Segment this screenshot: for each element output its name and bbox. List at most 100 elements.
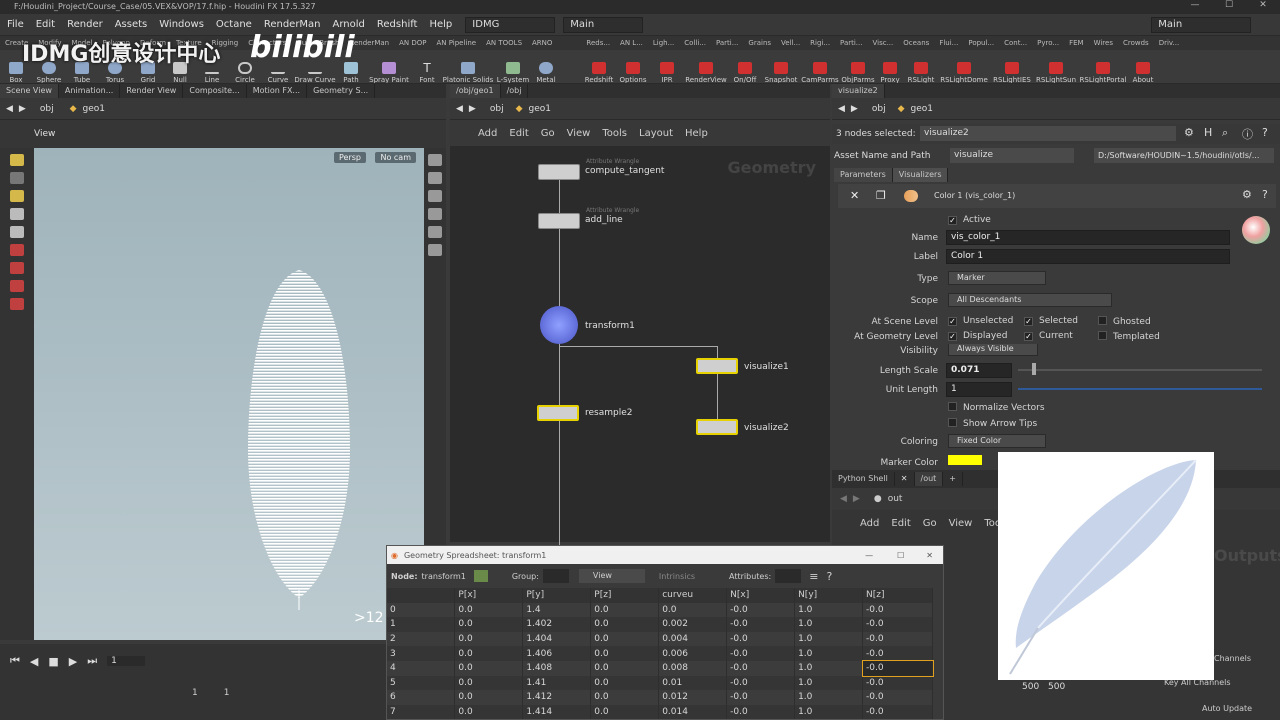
gear-icon[interactable]: ⚙: [1242, 188, 1252, 201]
column-header[interactable]: N[y]: [794, 588, 864, 603]
table-row[interactable]: 3 0.0 1.406 0.0 0.006 -0.0 1.0 -0.0: [387, 646, 933, 661]
back-icon[interactable]: ◀: [456, 104, 463, 114]
snapshot-tool[interactable]: Snapshot: [762, 50, 800, 83]
unit-length-field[interactable]: 1: [946, 382, 1012, 397]
table-row[interactable]: 6 0.0 1.412 0.0 0.012 -0.0 1.0 -0.0: [387, 690, 933, 705]
tab-geometry-spreadsheet[interactable]: Geometry S...: [307, 84, 376, 98]
forward-icon[interactable]: ▶: [851, 104, 858, 114]
column-header[interactable]: [387, 588, 456, 603]
shelf-tab[interactable]: Parti...: [835, 36, 867, 50]
lock-camera-icon[interactable]: [428, 190, 442, 202]
menu-redshift[interactable]: Redshift: [372, 19, 423, 30]
node-menu-layout[interactable]: Layout: [639, 128, 673, 139]
node-menu-help[interactable]: Help: [685, 128, 708, 139]
shelf-tab[interactable]: Pyro...: [1032, 36, 1064, 50]
search-icon[interactable]: ⌕: [1222, 126, 1228, 140]
network-editor[interactable]: Geometry Attribute Wrangle compute_tange…: [450, 146, 830, 556]
view-select[interactable]: View: [578, 569, 645, 583]
help-icon[interactable]: ?: [826, 570, 832, 583]
type-select[interactable]: Marker: [948, 271, 1046, 285]
node-add-line[interactable]: [538, 213, 580, 229]
column-header[interactable]: N[z]: [862, 588, 933, 603]
node-transform1[interactable]: [540, 306, 578, 344]
remove-icon[interactable]: ✕: [850, 189, 859, 202]
select-tool-icon[interactable]: [10, 154, 24, 166]
onoff-tool[interactable]: On/Off: [728, 50, 762, 83]
maximize-button[interactable]: ☐: [885, 551, 916, 560]
unit-length-slider[interactable]: [1018, 388, 1262, 390]
table-row[interactable]: 7 0.0 1.414 0.0 0.014 -0.0 1.0 -0.0: [387, 704, 933, 720]
play-icon[interactable]: ▶: [69, 655, 77, 668]
tab-out[interactable]: /out: [914, 472, 944, 486]
light-icon[interactable]: [428, 226, 442, 238]
menu-render[interactable]: Render: [62, 19, 108, 30]
brush-tool-icon[interactable]: [10, 262, 24, 274]
name-field[interactable]: vis_color_1: [946, 230, 1230, 245]
shelf-tab[interactable]: ARNO: [527, 36, 557, 50]
table-row[interactable]: 1 0.0 1.402 0.0 0.002 -0.0 1.0 -0.0: [387, 617, 933, 632]
back-icon[interactable]: ◀: [840, 494, 847, 504]
frame-field[interactable]: 1: [107, 656, 146, 666]
current-checkbox[interactable]: ✓ Current: [1024, 331, 1073, 341]
magnet-tool-icon[interactable]: [10, 298, 24, 310]
menu-renderman[interactable]: RenderMan: [259, 19, 326, 30]
node-menu-tools[interactable]: Tools: [602, 128, 627, 139]
proxy-tool[interactable]: Proxy: [876, 50, 904, 83]
camparms-tool[interactable]: CamParms: [800, 50, 840, 83]
coloring-select[interactable]: Fixed Color: [948, 434, 1046, 448]
font-tool[interactable]: T Font: [412, 50, 442, 83]
menu-octane[interactable]: Octane: [211, 19, 257, 30]
path-obj[interactable]: obj: [490, 104, 504, 114]
workspace-select[interactable]: Main: [563, 16, 644, 33]
help-h-icon[interactable]: H: [1204, 126, 1212, 139]
menu-help[interactable]: Help: [424, 19, 457, 30]
menu-assets[interactable]: Assets: [110, 19, 153, 30]
shelf-tab[interactable]: Grains: [743, 36, 776, 50]
column-header[interactable]: P[y]: [522, 588, 592, 603]
shelf-tab[interactable]: Reds...: [581, 36, 615, 50]
rslighties-tool[interactable]: RSLightIES: [990, 50, 1034, 83]
path-out[interactable]: out: [888, 494, 903, 504]
table-row[interactable]: 0 0.0 1.4 0.0 0.0 -0.0 1.0 -0.0: [387, 602, 933, 618]
node-visualize2[interactable]: [696, 419, 738, 435]
selected-node-field[interactable]: visualize2: [920, 126, 1176, 141]
start-frame-2[interactable]: 1: [224, 688, 230, 698]
normalize-vectors-checkbox[interactable]: Normalize Vectors: [948, 402, 1045, 413]
node-resample2[interactable]: [537, 405, 579, 421]
active-checkbox[interactable]: ✓ Active: [948, 215, 991, 225]
add-tab-icon[interactable]: +: [943, 472, 963, 486]
shelf-tab[interactable]: Parti...: [711, 36, 743, 50]
maximize-button[interactable]: ☐: [1212, 0, 1246, 10]
table-row[interactable]: 5 0.0 1.41 0.0 0.01 -0.0 1.0 -0.0: [387, 675, 933, 691]
spray-paint-tool[interactable]: Spray Paint: [366, 50, 412, 83]
start-frame[interactable]: 1: [192, 688, 198, 698]
point-mode-icon[interactable]: [473, 570, 488, 582]
sculpt-tool-icon[interactable]: [10, 280, 24, 292]
node-menu-edit[interactable]: Edit: [509, 128, 528, 139]
marker-color-swatch[interactable]: [948, 455, 982, 465]
path-obj[interactable]: obj: [40, 104, 54, 114]
shelf-tab[interactable]: Rigi...: [805, 36, 835, 50]
pose-tool-icon[interactable]: [10, 190, 24, 202]
scope-select[interactable]: All Descendants: [948, 293, 1112, 307]
intrinsics-button[interactable]: Intrinsics: [659, 572, 695, 581]
path-obj[interactable]: obj: [872, 104, 886, 114]
node-value[interactable]: transform1: [422, 572, 466, 581]
arrow-tool-icon[interactable]: [10, 208, 24, 220]
shelf-tab[interactable]: Wires: [1089, 36, 1118, 50]
jump-end-icon[interactable]: ⏭: [87, 654, 97, 668]
menu-icon[interactable]: ≡: [809, 570, 818, 583]
table-row[interactable]: 4 0.0 1.408 0.0 0.008 -0.0 1.0 -0.0: [387, 659, 934, 677]
out-menu-edit[interactable]: Edit: [891, 518, 910, 529]
handle-tool-icon[interactable]: [10, 244, 24, 256]
home-icon[interactable]: [428, 172, 442, 184]
move-tool-icon[interactable]: [10, 172, 24, 184]
redshift-tool[interactable]: Redshift: [582, 50, 616, 83]
column-header[interactable]: curveu: [658, 588, 728, 603]
column-header[interactable]: N[x]: [726, 588, 796, 603]
shelf-tab[interactable]: AN L...: [615, 36, 648, 50]
attributes-field[interactable]: [775, 569, 802, 583]
visibility-select[interactable]: Always Visible: [948, 344, 1038, 356]
path-geo1[interactable]: geo1: [529, 104, 551, 114]
unselected-checkbox[interactable]: ✓ Unselected: [948, 316, 1013, 326]
